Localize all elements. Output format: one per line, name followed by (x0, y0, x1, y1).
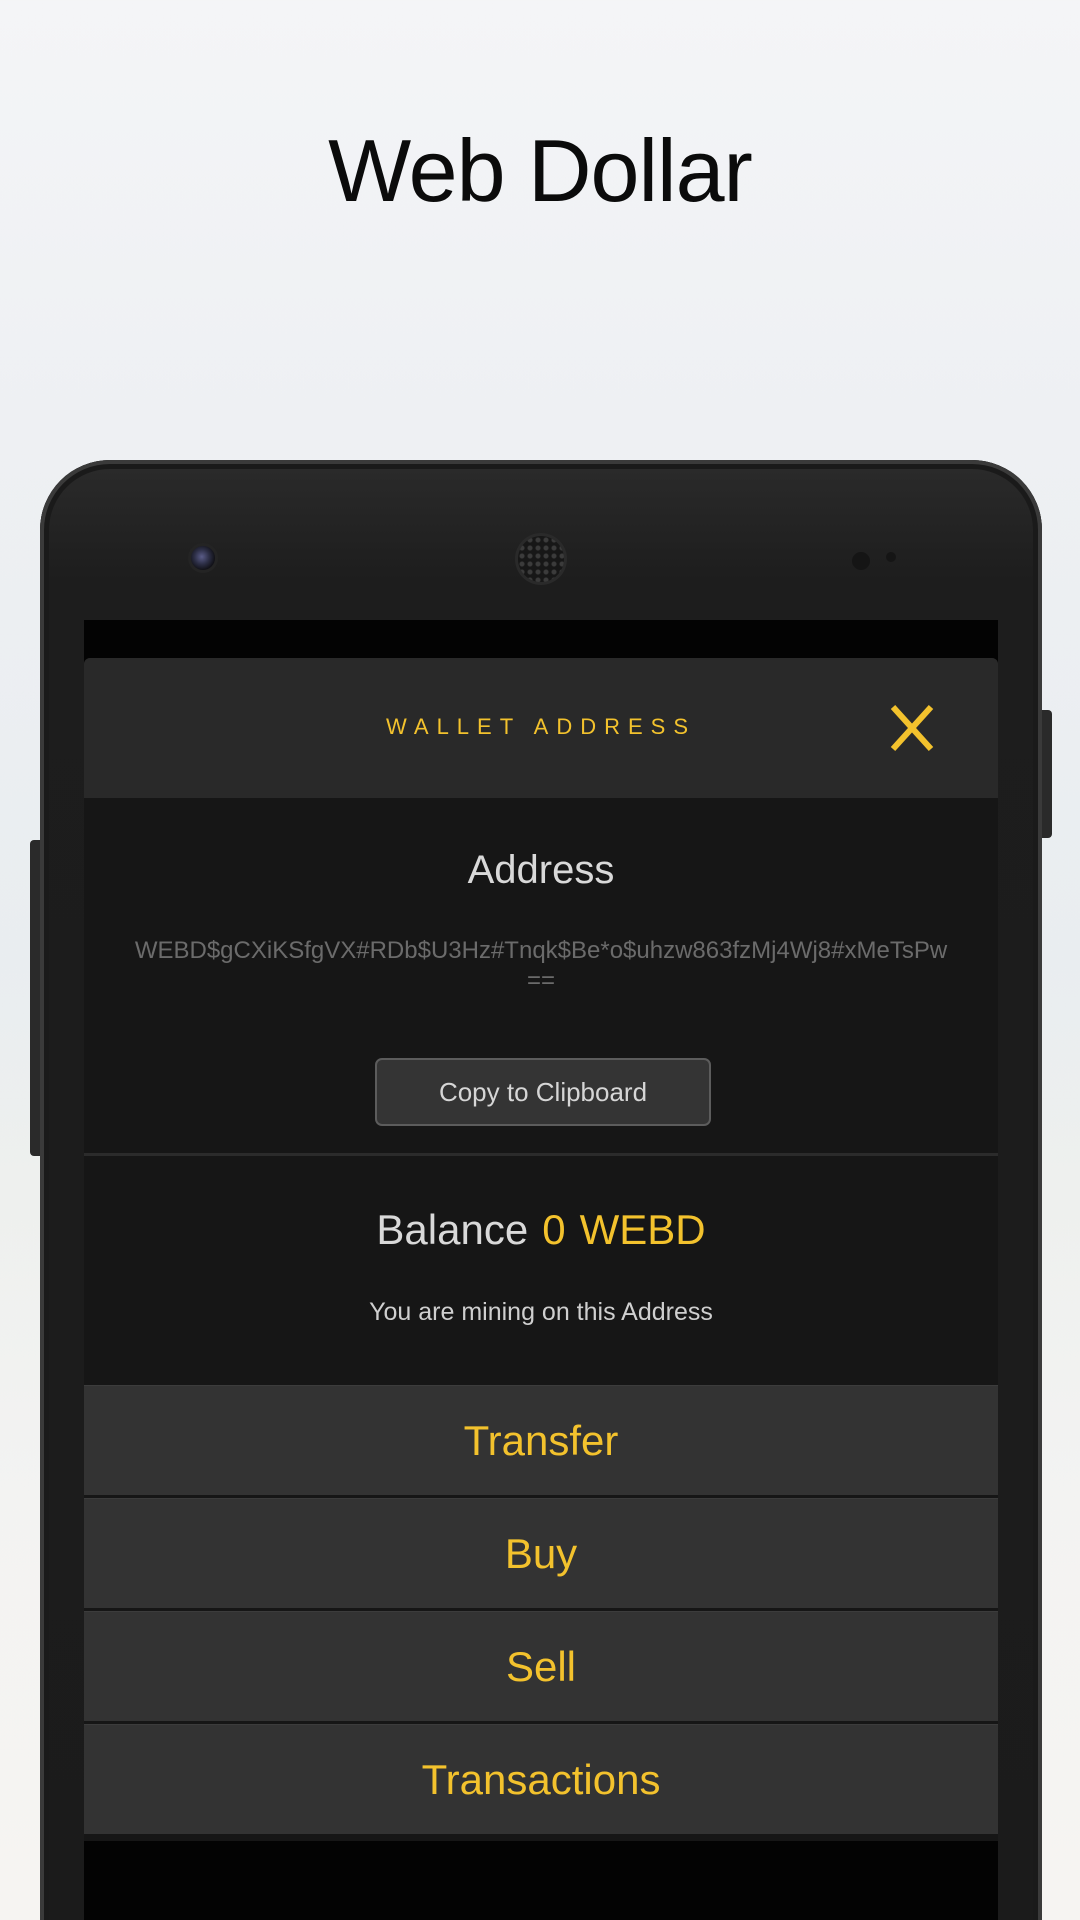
balance-amount: 0 (542, 1206, 566, 1253)
front-camera-icon (191, 546, 215, 570)
modal-title: WALLET ADDRESS (385, 714, 697, 739)
proximity-sensor-icon (852, 552, 870, 570)
close-button[interactable] (884, 700, 940, 756)
balance-label: Balance (376, 1206, 529, 1253)
address-section: Address WEBD$gCXiKSfgVX#RDb$U3Hz#Tnqk$Be… (84, 798, 998, 1153)
modal-header: WALLET ADDRESS (84, 658, 998, 798)
balance-unit: WEBD (579, 1206, 706, 1253)
transfer-button[interactable]: Transfer (84, 1385, 998, 1495)
wallet-address-text[interactable]: WEBD$gCXiKSfgVX#RDb$U3Hz#Tnqk$Be*o$uhzw8… (134, 936, 948, 996)
transactions-button[interactable]: Transactions (84, 1724, 998, 1834)
phone-power-button (1042, 710, 1052, 838)
action-list: Transfer Buy Sell Transactions (84, 1385, 998, 1837)
wallet-address-modal: WALLET ADDRESS Address WEBD$gCXiKSfgVX#R… (84, 658, 998, 1841)
light-sensor-icon (886, 552, 896, 562)
address-heading: Address (467, 848, 615, 892)
mining-status-text: You are mining on this Address (369, 1298, 713, 1326)
phone-volume-button (30, 840, 40, 1156)
buy-button[interactable]: Buy (84, 1498, 998, 1608)
copy-to-clipboard-button[interactable]: Copy to Clipboard (375, 1058, 711, 1126)
balance-section: Balance 0 WEBD You are mining on this Addr… (84, 1156, 998, 1381)
balance-line: Balance 0 WEBD (84, 1206, 998, 1254)
promo-title: Web Dollar (328, 121, 753, 220)
earpiece-speaker-icon (518, 536, 564, 582)
phone-screen: WALLET ADDRESS Address WEBD$gCXiKSfgVX#R… (84, 620, 998, 1920)
sell-button[interactable]: Sell (84, 1611, 998, 1721)
close-x-icon (890, 704, 934, 752)
